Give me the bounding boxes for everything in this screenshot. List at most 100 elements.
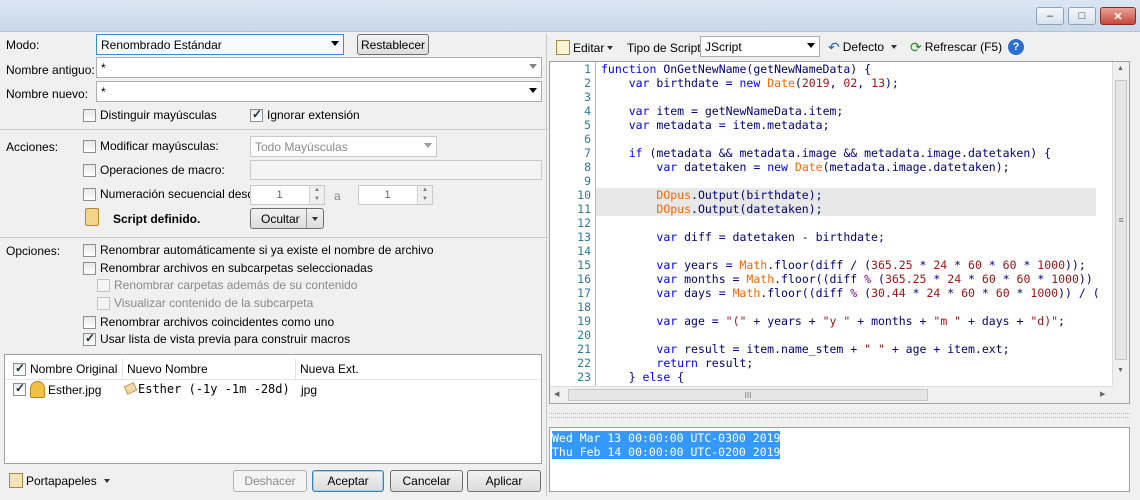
scroll-left-icon[interactable]: ◀	[554, 390, 559, 398]
ocultar-dropdown[interactable]	[306, 209, 323, 228]
output-console[interactable]: Wed Mar 13 00:00:00 UTC-0300 2019 Thu Fe…	[549, 427, 1130, 492]
code-line[interactable]: 9	[550, 174, 1113, 188]
opt1-checkbox[interactable]	[83, 243, 96, 257]
code-line[interactable]: 22 return result;	[550, 356, 1113, 370]
ignorar-checkbox-row[interactable]: Ignorar extensión	[250, 107, 360, 122]
code-line[interactable]: 15 var years = Math.floor(diff / (365.25…	[550, 258, 1113, 272]
opt5-label: Renombrar archivos coincidentes como uno	[100, 315, 335, 329]
code-line[interactable]: 2 var birthdate = new Date(2019, 02, 13)…	[550, 76, 1113, 90]
opt3-checkbox[interactable]	[97, 278, 110, 292]
acciones-label: Acciones:	[6, 140, 59, 154]
code-line[interactable]: 6	[550, 132, 1113, 146]
portapapeles-button[interactable]: Portapapeles	[9, 473, 110, 488]
cancelar-button[interactable]: Cancelar	[390, 470, 463, 492]
panel-splitter[interactable]	[546, 34, 547, 496]
table-row[interactable]: Esther.jpg Esther (-1y -1m -28d) jpg	[5, 380, 541, 400]
column-header-original[interactable]: Nombre Original	[9, 359, 123, 379]
code-area[interactable]: 1 function OnGetNewName(getNewNameData) {…	[550, 62, 1113, 398]
vertical-scrollbar[interactable]: ▲ ≡ ▼	[1112, 62, 1129, 403]
opt6-checkbox[interactable]	[83, 331, 96, 346]
modificar-checkbox[interactable]	[83, 139, 96, 153]
ocultar-button[interactable]: Ocultar	[250, 208, 324, 229]
numeracion-checkbox-row[interactable]: Numeración secuencial desde	[83, 187, 261, 201]
opt2-checkbox[interactable]	[83, 261, 96, 275]
editar-button[interactable]: Editar	[556, 40, 614, 55]
code-line[interactable]: 7 if (metadata && metadata.image && meta…	[550, 146, 1113, 160]
horizontal-scrollbar[interactable]: ◀ III ▶	[550, 386, 1113, 403]
maximize-button[interactable]: □	[1068, 7, 1096, 25]
distinguir-checkbox[interactable]	[83, 108, 96, 122]
opt4-checkbox[interactable]	[97, 296, 110, 310]
select-all-checkbox[interactable]	[13, 361, 26, 376]
code-line[interactable]: 10 DOpus.Output(birthdate);	[550, 188, 1113, 202]
numeracion-to-stepper[interactable]: 1 ▲ ▼	[358, 185, 433, 205]
minimize-button[interactable]: –	[1036, 7, 1064, 25]
refrescar-button[interactable]: ⟳ Refrescar (F5)	[910, 40, 1002, 54]
numeracion-checkbox[interactable]	[83, 187, 96, 201]
code-line[interactable]: 14	[550, 244, 1113, 258]
scroll-thumb[interactable]: ≡	[1115, 80, 1127, 360]
code-text: var years = Math.floor(diff / (365.25 * …	[656, 258, 1086, 272]
numeracion-from-stepper[interactable]: 1 ▲ ▼	[250, 185, 325, 205]
aceptar-button[interactable]: Aceptar	[312, 470, 384, 492]
scroll-right-icon[interactable]: ▶	[1100, 390, 1105, 398]
operaciones-checkbox[interactable]	[83, 163, 96, 177]
modo-dropdown[interactable]: Renombrado Estándar	[96, 34, 344, 55]
code-editor[interactable]: 1 function OnGetNewName(getNewNameData) {…	[549, 61, 1130, 404]
code-line[interactable]: 19 var age = "(" + years + "y " + months…	[550, 314, 1113, 328]
nombre-antiguo-input[interactable]: *	[96, 57, 542, 78]
close-button[interactable]: ✕	[1100, 7, 1136, 25]
column-header-ext[interactable]: Nueva Ext.	[296, 359, 386, 379]
code-line[interactable]: 4 var item = getNewNameData.item;	[550, 104, 1113, 118]
chevron-down-icon	[807, 43, 815, 48]
code-line[interactable]: 13 var diff = datetaken - birthdate;	[550, 230, 1113, 244]
distinguir-checkbox-row[interactable]: Distinguir mayúsculas	[83, 108, 217, 122]
code-line[interactable]: 23 } else {	[550, 370, 1113, 384]
opt6-label: Usar lista de vista previa para construi…	[100, 332, 351, 346]
modificar-checkbox-row[interactable]: Modificar mayúsculas:	[83, 139, 219, 153]
code-line[interactable]: 5 var metadata = item.metadata;	[550, 118, 1113, 132]
row-checkbox[interactable]	[13, 381, 26, 396]
code-line[interactable]: 1 function OnGetNewName(getNewNameData) {	[550, 62, 1113, 76]
editar-label: Editar	[573, 40, 605, 55]
column-header-nuevo[interactable]: Nuevo Nombre	[123, 359, 296, 379]
stepper-arrows-icon[interactable]: ▲ ▼	[417, 186, 432, 204]
opt1-row[interactable]: Renombrar automáticamente si ya existe e…	[83, 243, 434, 257]
stepper-arrows-icon[interactable]: ▲ ▼	[309, 186, 324, 204]
num-to-value: 1	[384, 189, 391, 201]
edit-icon	[556, 40, 570, 55]
code-line[interactable]: 12	[550, 216, 1113, 230]
hscroll-thumb[interactable]: III	[568, 389, 928, 401]
code-line[interactable]: 8 var datetaken = new Date(metadata.imag…	[550, 160, 1113, 174]
aplicar-button[interactable]: Aplicar	[467, 470, 541, 492]
macro-input[interactable]	[250, 160, 542, 180]
operaciones-checkbox-row[interactable]: Operaciones de macro:	[83, 163, 225, 177]
code-line[interactable]: 3	[550, 90, 1113, 104]
opt6-row[interactable]: Usar lista de vista previa para construi…	[83, 331, 351, 346]
code-line[interactable]: 21 var result = item.name_stem + " " + a…	[550, 342, 1113, 356]
help-button[interactable]: ?	[1008, 39, 1024, 55]
deshacer-button[interactable]: Deshacer	[233, 470, 307, 492]
opt1-label: Renombrar automáticamente si ya existe e…	[100, 243, 434, 257]
opt2-row[interactable]: Renombrar archivos en subcarpetas selecc…	[83, 261, 373, 275]
nombre-nuevo-input[interactable]: *	[96, 81, 542, 102]
code-line[interactable]: 17 var days = Math.floor((diff % (30.44 …	[550, 286, 1113, 300]
tipo-script-dropdown[interactable]: JScript	[700, 36, 820, 57]
opt4-row[interactable]: Visualizar contenido de la subcarpeta	[97, 296, 313, 310]
code-line[interactable]: 11 DOpus.Output(datetaken);	[550, 202, 1113, 216]
opt5-row[interactable]: Renombrar archivos coincidentes como uno	[83, 315, 334, 329]
opt3-row[interactable]: Renombrar carpetas además de su contenid…	[97, 278, 357, 292]
opt5-checkbox[interactable]	[83, 315, 96, 329]
defecto-button[interactable]: ↶ Defecto	[828, 39, 898, 55]
ignorar-checkbox[interactable]	[250, 107, 263, 122]
code-line[interactable]: 18	[550, 300, 1113, 314]
code-line[interactable]: 16 var months = Math.floor((diff % (365.…	[550, 272, 1113, 286]
scroll-up-icon[interactable]: ▲	[1117, 65, 1124, 72]
scroll-down-icon[interactable]: ▼	[1117, 367, 1124, 374]
mayusculas-dropdown[interactable]: Todo Mayúsculas	[250, 136, 437, 157]
undo-icon: ↶	[828, 39, 840, 55]
output-splitter[interactable]	[549, 413, 1130, 418]
restablecer-button[interactable]: Restablecer	[357, 34, 429, 55]
code-line[interactable]: 20	[550, 328, 1113, 342]
